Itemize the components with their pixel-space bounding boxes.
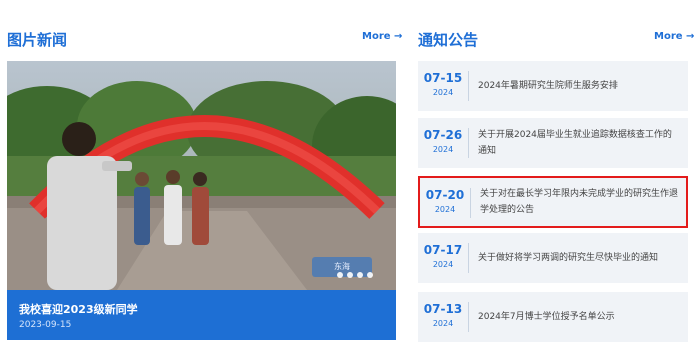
notice-date: 07-15 2024 [418, 71, 468, 97]
notice-item[interactable]: 07-13 2024 2024年7月博士学位授予名单公示 [418, 292, 688, 342]
notices-more-link[interactable]: More → [654, 31, 694, 42]
notice-title[interactable]: 关于对在最长学习年限内未完成学业的研究生作退学处理的公告 [480, 186, 678, 218]
notice-title[interactable]: 2024年7月博士学位授予名单公示 [478, 309, 680, 325]
slider-dot[interactable] [337, 272, 343, 278]
photo-news-title: 图片新闻 [7, 31, 68, 49]
notice-month-day: 07-15 [423, 71, 463, 85]
notice-year: 2024 [432, 319, 454, 328]
slider-dots [337, 272, 373, 278]
notices-title: 通知公告 [418, 31, 479, 49]
notice-divider [468, 71, 469, 101]
notice-item-highlighted[interactable]: 07-20 2024 关于对在最长学习年限内未完成学业的研究生作退学处理的公告 [418, 176, 688, 228]
slider-dot[interactable] [347, 272, 353, 278]
notice-date: 07-20 2024 [420, 188, 470, 214]
notice-title[interactable]: 关于开展2024届毕业生就业追踪数据核查工作的通知 [478, 127, 680, 159]
photo-caption-title[interactable]: 我校喜迎2023级新同学 [19, 301, 138, 317]
news-photo[interactable]: 东海 [7, 61, 396, 290]
slider-dot[interactable] [367, 272, 373, 278]
notice-year: 2024 [432, 260, 454, 269]
notice-year: 2024 [432, 145, 454, 154]
photo-caption-date: 2023-09-15 [19, 320, 72, 330]
notice-item[interactable]: 07-26 2024 关于开展2024届毕业生就业追踪数据核查工作的通知 [418, 118, 688, 168]
notice-month-day: 07-20 [425, 188, 465, 202]
notice-item[interactable]: 07-17 2024 关于做好将学习两调的研究生尽快毕业的通知 [418, 233, 688, 283]
campus-photo-illustration [7, 61, 396, 290]
photo-news-more-link[interactable]: More → [362, 31, 402, 42]
notice-divider [468, 243, 469, 273]
notice-title[interactable]: 2024年暑期研究生院师生服务安排 [478, 78, 680, 94]
notice-divider [468, 128, 469, 158]
notice-divider [468, 302, 469, 332]
photo-caption-bar[interactable]: 我校喜迎2023级新同学 2023-09-15 [7, 290, 396, 340]
slider-dot[interactable] [357, 272, 363, 278]
notice-month-day: 07-13 [423, 302, 463, 316]
notice-year: 2024 [432, 88, 454, 97]
notice-item[interactable]: 07-15 2024 2024年暑期研究生院师生服务安排 [418, 61, 688, 111]
notice-month-day: 07-26 [423, 128, 463, 142]
notice-date: 07-13 2024 [418, 302, 468, 328]
notice-title[interactable]: 关于做好将学习两调的研究生尽快毕业的通知 [478, 250, 680, 266]
notice-month-day: 07-17 [423, 243, 463, 257]
photo-news-card[interactable]: 东海 我校喜迎2023级新同学 2023-09-15 [7, 61, 396, 340]
notice-divider [470, 188, 471, 218]
notice-date: 07-26 2024 [418, 128, 468, 154]
notice-year: 2024 [434, 205, 456, 214]
notice-date: 07-17 2024 [418, 243, 468, 269]
